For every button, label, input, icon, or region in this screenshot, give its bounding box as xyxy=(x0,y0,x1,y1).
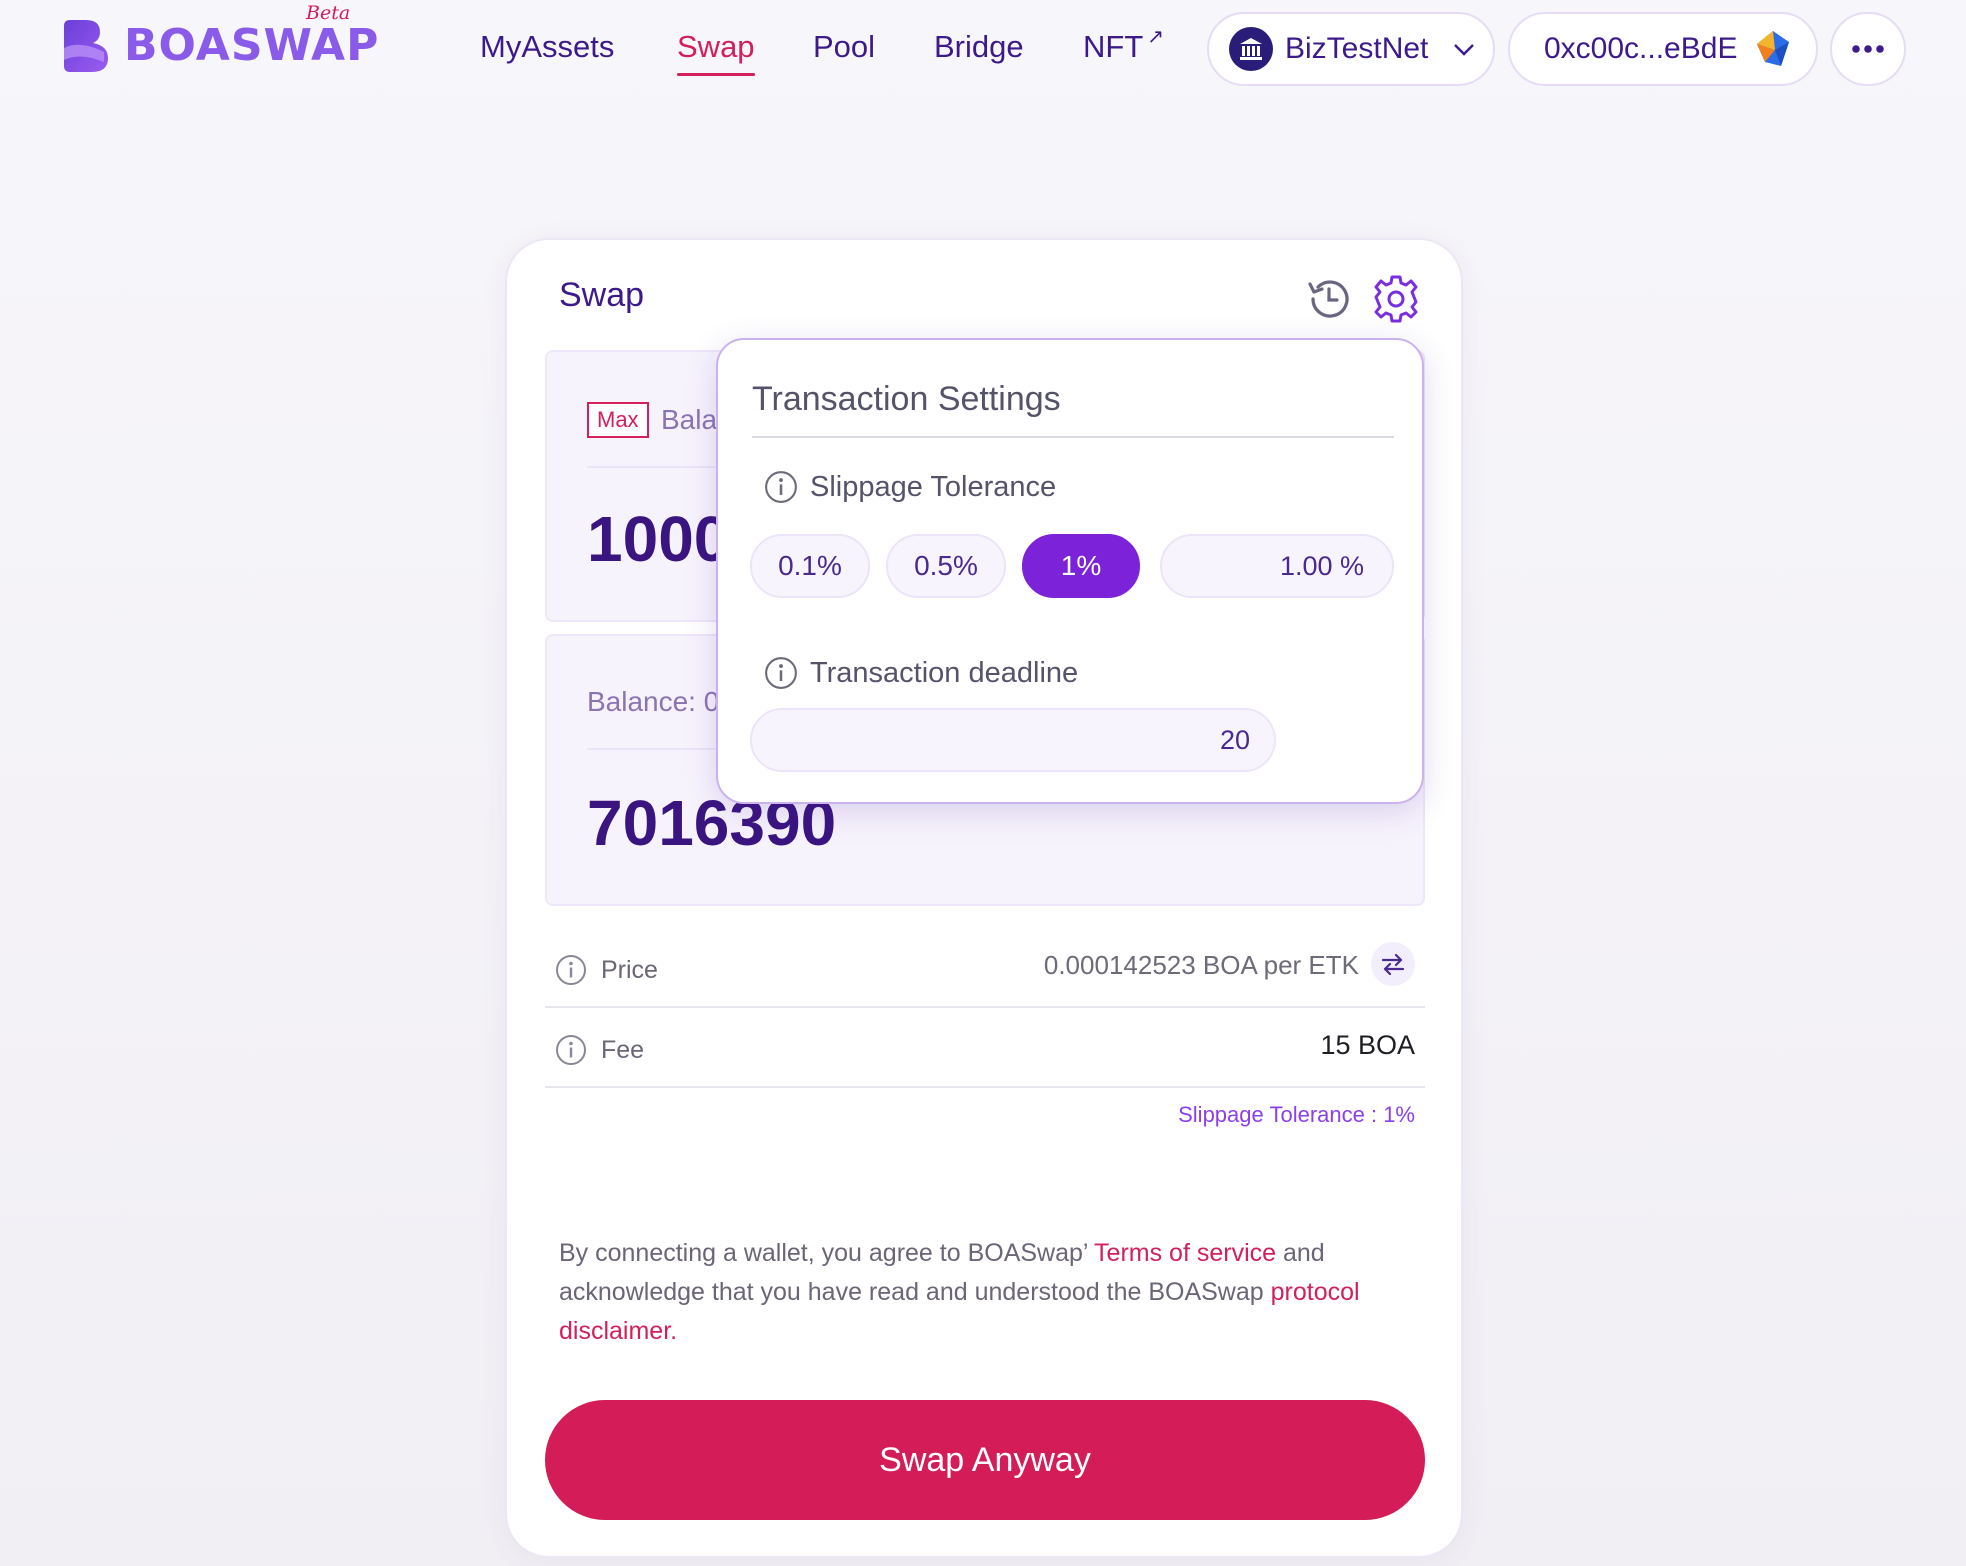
more-dots-icon xyxy=(1852,45,1884,53)
brand-name: BOASWAP xyxy=(124,20,380,71)
terms-link[interactable]: Terms of service xyxy=(1094,1239,1276,1267)
info-icon xyxy=(765,471,797,503)
swap-arrows-icon xyxy=(1381,953,1405,976)
deadline-input[interactable] xyxy=(750,708,1276,772)
network-selector[interactable]: BizTestNet xyxy=(1207,12,1495,86)
fee-value: 15 BOA xyxy=(1320,1030,1415,1060)
fee-label: Fee xyxy=(601,1036,645,1064)
price-label: Price xyxy=(601,956,658,984)
info-icon xyxy=(556,1035,586,1065)
settings-button[interactable] xyxy=(1371,274,1421,324)
wallet-address: 0xc00c...eBdE xyxy=(1544,32,1738,65)
slippage-option-0-5[interactable]: 0.5% xyxy=(886,534,1006,598)
nav-pool[interactable]: Pool xyxy=(813,26,875,76)
nav-nft-label: NFT xyxy=(1083,29,1144,64)
deadline-label-row: Transaction deadline xyxy=(764,656,1078,690)
price-row: Price 0.000142523 BOA per ETK xyxy=(545,930,1425,1008)
fee-row: Fee 15 BOA xyxy=(545,1010,1425,1088)
nav-swap[interactable]: Swap xyxy=(677,26,755,76)
swap-anyway-button[interactable]: Swap Anyway xyxy=(545,1400,1425,1520)
more-menu-button[interactable] xyxy=(1830,12,1906,86)
gear-icon xyxy=(1374,275,1418,323)
invert-price-button[interactable] xyxy=(1371,942,1415,986)
wallet-disclaimer: By connecting a wallet, you agree to BOA… xyxy=(559,1234,1389,1351)
info-icon xyxy=(765,657,797,689)
transaction-settings-popover: Transaction Settings Slippage Tolerance … xyxy=(716,338,1424,804)
slippage-option-1[interactable]: 1% xyxy=(1022,534,1140,598)
nav-nft[interactable]: NFT ↗ xyxy=(1083,26,1164,76)
slippage-label: Slippage Tolerance xyxy=(810,470,1057,503)
from-balance: Bala xyxy=(661,404,718,435)
info-icon xyxy=(556,955,586,985)
beta-tag: Beta xyxy=(306,2,351,24)
brand-logo[interactable]: BOASWAP xyxy=(60,18,379,74)
settings-divider xyxy=(752,436,1394,438)
to-balance: Balance: 0 xyxy=(587,686,720,717)
nav-myassets[interactable]: MyAssets xyxy=(480,26,614,76)
deadline-label: Transaction deadline xyxy=(810,656,1079,689)
slippage-note: Slippage Tolerance : 1% xyxy=(1178,1102,1415,1127)
chevron-down-icon xyxy=(1454,44,1475,56)
disclaimer-text-1: By connecting a wallet, you agree to BOA… xyxy=(559,1239,1095,1267)
top-header: BOASWAP Beta MyAssets Swap Pool Bridge N… xyxy=(0,0,1966,100)
price-value: 0.000142523 BOA per ETK xyxy=(1043,950,1359,980)
wallet-button[interactable]: 0xc00c...eBdE xyxy=(1508,12,1818,86)
custom-slippage-input[interactable] xyxy=(1160,534,1394,598)
network-label: BizTestNet xyxy=(1285,32,1429,65)
history-button[interactable] xyxy=(1304,274,1354,324)
history-icon xyxy=(1308,280,1349,318)
from-amount-input[interactable]: 1000 xyxy=(587,502,729,576)
boaswap-logo-icon xyxy=(64,20,108,72)
bank-icon xyxy=(1229,27,1273,71)
external-link-icon: ↗ xyxy=(1147,26,1165,48)
swap-title: Swap xyxy=(559,276,645,314)
disclaimer-period: . xyxy=(670,1317,678,1345)
wallet-avatar-icon xyxy=(1757,31,1790,66)
nav-bridge[interactable]: Bridge xyxy=(934,26,1024,76)
max-button[interactable]: Max xyxy=(587,402,649,438)
settings-title: Transaction Settings xyxy=(752,380,1061,418)
slippage-option-0-1[interactable]: 0.1% xyxy=(750,534,870,598)
slippage-label-row: Slippage Tolerance xyxy=(764,470,1056,504)
